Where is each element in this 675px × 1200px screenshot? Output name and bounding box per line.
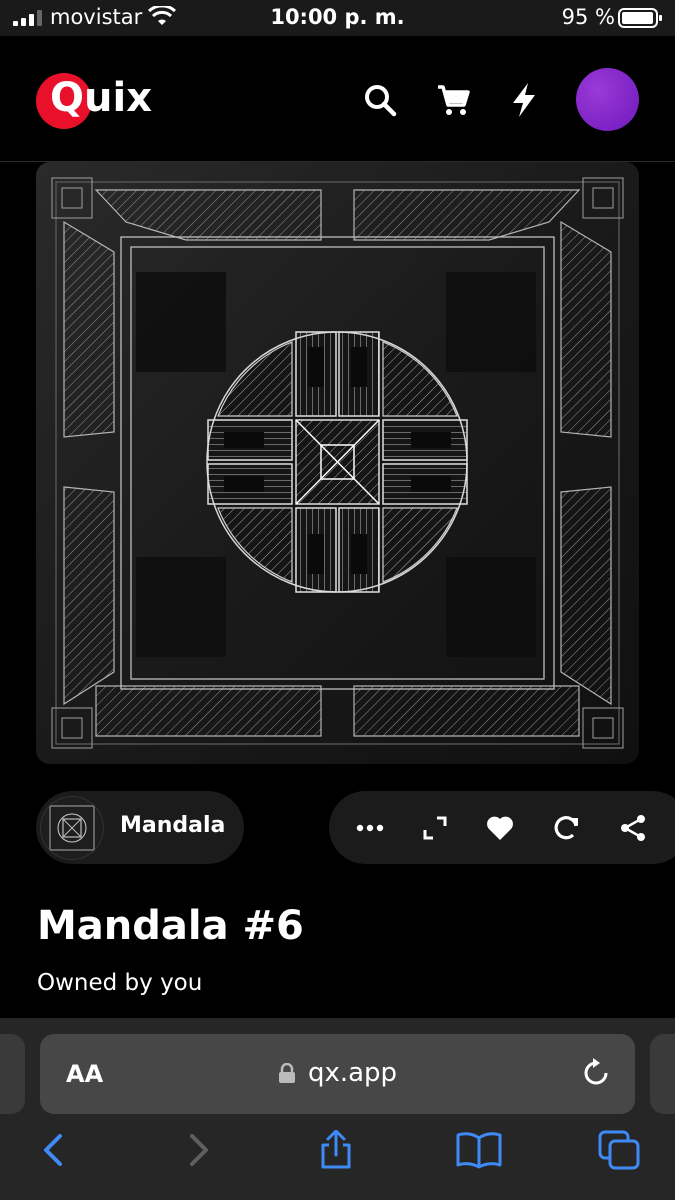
browser-bottom-bar: AA qx.app — [0, 1018, 675, 1200]
url-display[interactable]: qx.app — [40, 1058, 635, 1088]
collection-thumb-art — [41, 797, 103, 859]
lightning-icon — [513, 83, 535, 117]
activity-button[interactable] — [502, 78, 546, 122]
mandala-artwork — [36, 162, 639, 764]
expand-button[interactable] — [413, 806, 457, 850]
search-icon — [365, 85, 397, 117]
collection-name: Mandala — [120, 813, 226, 838]
cart-icon — [438, 85, 470, 115]
favorite-button[interactable] — [478, 806, 522, 850]
cart-button[interactable] — [431, 78, 475, 122]
heart-icon — [487, 816, 513, 840]
address-bar[interactable]: AA qx.app — [40, 1034, 635, 1114]
quix-logo[interactable]: Quix — [36, 71, 166, 131]
search-button[interactable] — [358, 78, 402, 122]
bookmarks-icon[interactable] — [456, 1130, 502, 1170]
refresh-button[interactable] — [545, 806, 589, 850]
artwork-image[interactable] — [36, 162, 639, 764]
battery-percent: 95 % — [561, 5, 615, 29]
refresh-icon — [554, 816, 578, 840]
user-avatar[interactable] — [576, 68, 639, 131]
status-bar: movistar 10:00 p. m. 95 % — [0, 0, 675, 36]
more-icon — [356, 824, 384, 832]
collection-thumbnail — [40, 796, 104, 860]
tabs-icon[interactable] — [598, 1130, 642, 1170]
battery-icon — [618, 8, 662, 28]
action-bar — [329, 791, 675, 864]
expand-icon — [423, 816, 447, 840]
previous-tab-preview[interactable] — [0, 1034, 25, 1114]
collection-link[interactable]: Mandala — [36, 791, 244, 864]
next-tab-preview[interactable] — [650, 1034, 675, 1114]
url-text: qx.app — [307, 1058, 398, 1088]
forward-icon[interactable] — [178, 1130, 218, 1170]
item-title: Mandala #6 — [37, 903, 304, 949]
more-button[interactable] — [348, 806, 392, 850]
app-header: Quix — [0, 36, 675, 162]
reload-icon[interactable] — [579, 1056, 613, 1090]
share-button[interactable] — [611, 806, 655, 850]
owner-text: Owned by you — [37, 970, 203, 996]
share-sheet-icon[interactable] — [316, 1130, 356, 1170]
back-icon[interactable] — [34, 1130, 74, 1170]
lock-icon — [278, 1063, 295, 1083]
logo-text: Quix — [50, 75, 152, 121]
share-icon — [621, 815, 645, 841]
